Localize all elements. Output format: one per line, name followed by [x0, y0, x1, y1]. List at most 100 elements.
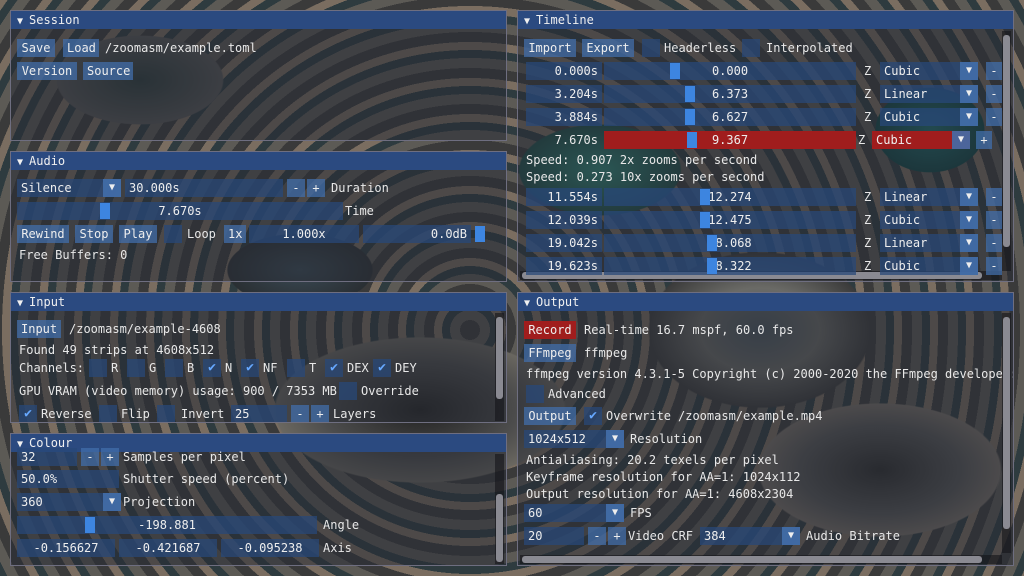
keyframe-value-slider[interactable]: 12.475 [604, 211, 856, 229]
interpolated-checkbox[interactable] [742, 39, 760, 57]
output-title-bar[interactable]: ▼ Output [518, 293, 1013, 311]
load-button[interactable]: Load [63, 39, 99, 57]
keyframe-value-slider[interactable]: 0.000 [604, 62, 856, 80]
angle-slider[interactable]: -198.881 [17, 516, 317, 534]
remove-keyframe-button[interactable]: - [986, 188, 1002, 206]
reverse-checkbox[interactable]: ✔ [19, 405, 37, 422]
override-checkbox[interactable] [339, 382, 357, 400]
scrollbar-thumb[interactable] [522, 556, 982, 563]
invert-checkbox[interactable] [157, 405, 175, 422]
duration-plus-button[interactable]: + [307, 179, 325, 197]
colour-scrollbar[interactable] [495, 454, 504, 564]
interpolation-select[interactable]: Cubic ▼ [880, 108, 978, 126]
scrollbar-thumb[interactable] [496, 494, 503, 562]
layers-minus-button[interactable]: - [291, 405, 309, 422]
headerless-checkbox[interactable] [642, 39, 660, 57]
remove-keyframe-button[interactable]: - [986, 85, 1002, 103]
session-title-bar[interactable]: ▼ Session [11, 11, 506, 29]
remove-keyframe-button[interactable]: - [986, 257, 1002, 275]
interpolation-select[interactable]: Cubic ▼ [880, 211, 978, 229]
advanced-checkbox[interactable] [526, 385, 544, 403]
rewind-button[interactable]: Rewind [17, 225, 69, 243]
channel-n-checkbox[interactable]: ✔ [203, 359, 221, 377]
keyframe-time[interactable]: 12.039s [526, 211, 602, 229]
interpolation-select[interactable]: Linear ▼ [880, 188, 978, 206]
output-button[interactable]: Output [524, 407, 576, 425]
input-scrollbar[interactable] [495, 313, 504, 421]
audio-title-bar[interactable]: ▼ Audio [11, 152, 506, 170]
keyframe-slider-grab[interactable] [700, 212, 710, 228]
keyframe-slider-grab[interactable] [685, 109, 695, 125]
keyframe-value-slider[interactable]: 18.322 [604, 257, 856, 275]
keyframe-slider-grab[interactable] [707, 258, 717, 274]
gain-slider-grab[interactable] [475, 226, 485, 242]
output-scrollbar-h[interactable] [520, 555, 1002, 564]
speed-1x-button[interactable]: 1x [224, 225, 246, 243]
keyframe-value-slider[interactable]: 9.367 [604, 131, 856, 149]
channel-b-checkbox[interactable] [165, 359, 183, 377]
axis-x-slider[interactable]: -0.156627 [17, 539, 115, 557]
import-button[interactable]: Import [524, 39, 576, 57]
version-button[interactable]: Version [17, 62, 77, 80]
record-button[interactable]: Record [524, 321, 576, 339]
projection-select[interactable]: 360 ▼ [17, 493, 121, 511]
scrollbar-thumb[interactable] [496, 317, 503, 399]
speed-slider[interactable]: 1.000x [249, 225, 359, 243]
interpolation-select[interactable]: Cubic ▼ [880, 257, 978, 275]
keyframe-value-slider[interactable]: 18.068 [604, 234, 856, 252]
remove-keyframe-button[interactable]: - [986, 234, 1002, 252]
remove-keyframe-button[interactable]: - [986, 62, 1002, 80]
channel-t-checkbox[interactable] [287, 359, 305, 377]
channel-nf-checkbox[interactable]: ✔ [241, 359, 259, 377]
bitrate-select[interactable]: 384 ▼ [700, 527, 800, 545]
layers-plus-button[interactable]: + [311, 405, 329, 422]
collapse-triangle-icon[interactable]: ▼ [17, 13, 23, 31]
timeline-scrollbar-v[interactable] [1002, 31, 1011, 271]
flip-checkbox[interactable] [99, 405, 117, 422]
time-slider-grab[interactable] [100, 203, 110, 219]
keyframe-time[interactable]: 11.554s [526, 188, 602, 206]
shutter-slider[interactable]: 50.0% [17, 470, 119, 488]
layers-input[interactable]: 25 [231, 405, 287, 422]
fps-select[interactable]: 60 ▼ [524, 504, 624, 522]
export-button[interactable]: Export [582, 39, 634, 57]
play-button[interactable]: Play [119, 225, 157, 243]
save-button[interactable]: Save [17, 39, 55, 57]
crf-input[interactable]: 20 [524, 527, 584, 545]
channel-dey-checkbox[interactable]: ✔ [373, 359, 391, 377]
axis-z-slider[interactable]: -0.095238 [221, 539, 319, 557]
angle-slider-grab[interactable] [85, 517, 95, 533]
input-title-bar[interactable]: ▼ Input [11, 293, 506, 311]
collapse-triangle-icon[interactable]: ▼ [524, 13, 530, 31]
scrollbar-thumb[interactable] [1003, 317, 1010, 529]
crf-plus-button[interactable]: + [608, 527, 626, 545]
remove-keyframe-button[interactable]: - [986, 211, 1002, 229]
samples-plus-button[interactable]: + [101, 448, 119, 466]
channel-dex-checkbox[interactable]: ✔ [325, 359, 343, 377]
keyframe-slider-grab[interactable] [670, 63, 680, 79]
audio-mode-select[interactable]: Silence ▼ [17, 179, 121, 197]
duration-input[interactable]: 30.000s [125, 179, 283, 197]
keyframe-time[interactable]: 19.042s [526, 234, 602, 252]
ffmpeg-button[interactable]: FFmpeg [524, 344, 576, 362]
overwrite-checkbox[interactable]: ✔ [584, 407, 602, 425]
input-button[interactable]: Input [17, 320, 61, 338]
axis-y-slider[interactable]: -0.421687 [119, 539, 217, 557]
time-slider[interactable]: 7.670s [17, 202, 343, 220]
scrollbar-thumb[interactable] [1003, 35, 1010, 247]
keyframe-time[interactable]: 0.000s [526, 62, 602, 80]
samples-input[interactable]: 32 [17, 448, 77, 466]
samples-minus-button[interactable]: - [81, 448, 99, 466]
interpolation-select[interactable]: Linear ▼ [880, 234, 978, 252]
timeline-title-bar[interactable]: ▼ Timeline [518, 11, 1013, 29]
duration-minus-button[interactable]: - [287, 179, 305, 197]
channel-g-checkbox[interactable] [127, 359, 145, 377]
keyframe-slider-grab[interactable] [685, 86, 695, 102]
stop-button[interactable]: Stop [75, 225, 113, 243]
interpolation-select[interactable]: Linear ▼ [880, 85, 978, 103]
keyframe-value-slider[interactable]: 6.627 [604, 108, 856, 126]
keyframe-value-slider[interactable]: 12.274 [604, 188, 856, 206]
gain-slider[interactable]: 0.0dB [363, 225, 471, 243]
keyframe-value-slider[interactable]: 6.373 [604, 85, 856, 103]
keyframe-time[interactable]: 3.884s [526, 108, 602, 126]
